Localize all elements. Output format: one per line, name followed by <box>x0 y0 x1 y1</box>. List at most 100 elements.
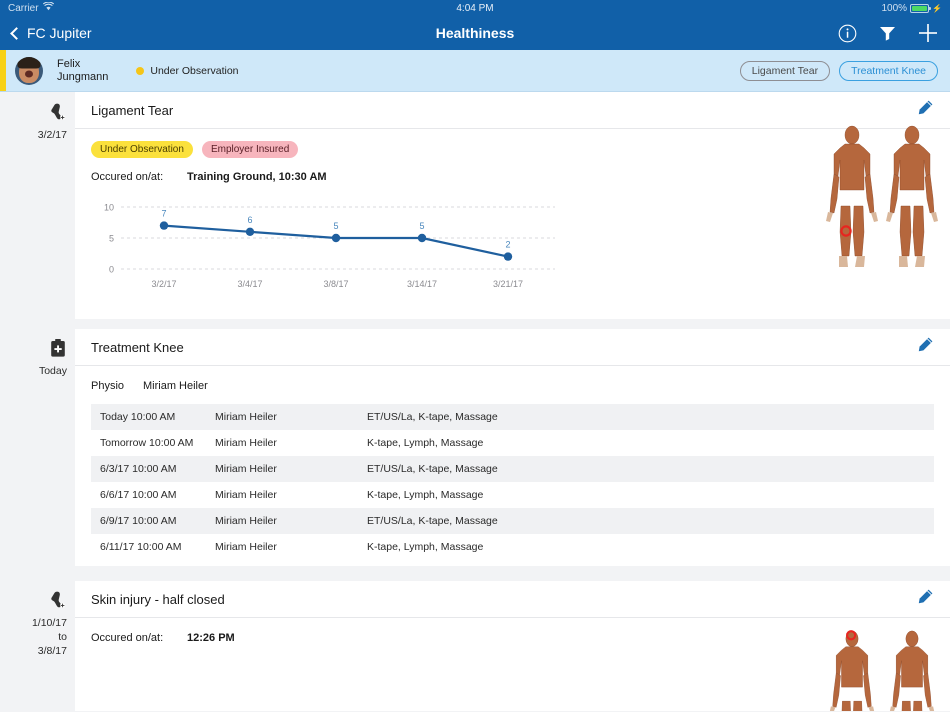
tag-list: Under Observation Employer Insured <box>91 141 934 158</box>
leg-injury-icon <box>0 102 67 122</box>
status-bar-right: 100% ⚡ <box>881 3 942 14</box>
timeline-date-3a: 1/10/17 <box>31 617 67 629</box>
physio-summary: Physio Miriam Heiler <box>91 380 934 404</box>
pencil-icon[interactable] <box>916 336 934 359</box>
treatment-when: 6/11/17 10:00 AM <box>100 541 182 553</box>
timeline-date-2: Today <box>38 365 67 377</box>
card-body: Physio Miriam Heiler Today 10:00 AM Miria… <box>75 366 950 560</box>
card-title: Treatment Knee <box>91 339 184 355</box>
leg-injury-icon <box>0 590 67 610</box>
svg-text:0: 0 <box>109 265 114 275</box>
battery-icon <box>910 3 932 13</box>
card-title: Ligament Tear <box>91 102 174 118</box>
svg-text:5: 5 <box>333 221 338 231</box>
table-row[interactable]: Today 10:00 AM Miriam Heiler ET/US/La, K-t… <box>91 404 934 430</box>
anatomy-diagram-head[interactable] <box>824 630 940 711</box>
pill-ligament-tear[interactable]: Ligament Tear <box>739 60 831 81</box>
table-row[interactable]: Tomorrow 10:00 AM Miriam Heiler K-tape, Ly… <box>91 430 934 456</box>
player-last-name: Jungmann <box>57 70 109 83</box>
anatomy-front-view <box>829 630 875 711</box>
card-header: Skin injury - half closed <box>75 581 950 618</box>
chevron-left-icon <box>10 26 23 40</box>
tag-employer-insured: Employer Insured <box>201 141 299 158</box>
svg-text:7: 7 <box>161 209 166 219</box>
charging-bolt-icon: ⚡ <box>932 3 942 13</box>
app-root: Carrier 4:04 PM 100% ⚡ FC Jupiter Health… <box>0 0 950 712</box>
player-accent-bar <box>0 50 6 91</box>
pencil-icon[interactable] <box>916 588 934 611</box>
treatment-physio: Miriam Heiler <box>215 463 277 475</box>
card-body: Occured on/at: 12:26 PM <box>75 618 950 711</box>
status-bar-time: 4:04 PM <box>456 2 494 14</box>
content-area: 3/2/17 Today 1/10/17 to 3/8/17 Ligament … <box>0 92 950 711</box>
svg-text:6: 6 <box>247 215 252 225</box>
player-status-label: Under Observation <box>150 64 239 77</box>
timeline-entry-2[interactable]: Today <box>0 338 67 378</box>
timeline-entry-1[interactable]: 3/2/17 <box>0 102 67 142</box>
status-dot-icon <box>136 66 145 75</box>
svg-text:3/21/17: 3/21/17 <box>493 279 523 289</box>
battery-percent-label: 100% <box>881 2 908 14</box>
svg-text:5: 5 <box>109 234 114 244</box>
treatment-physio: Miriam Heiler <box>215 541 277 553</box>
table-row[interactable]: 6/3/17 10:00 AM Miriam Heiler ET/US/La, K-… <box>91 456 934 482</box>
anatomy-back-view <box>886 125 938 267</box>
anatomy-diagram-knee[interactable] <box>824 125 940 273</box>
occurred-value: 12:26 PM <box>187 632 235 644</box>
status-bar-left: Carrier <box>8 1 54 14</box>
medical-bag-icon <box>0 338 67 358</box>
treatment-types: K-tape, Lymph, Massage <box>367 489 484 501</box>
treatment-types: ET/US/La, K-tape, Massage <box>367 515 498 527</box>
avatar <box>15 56 43 85</box>
card-skin-injury: Skin injury - half closed Occured on/at:… <box>75 581 950 711</box>
treatment-physio: Miriam Heiler <box>215 437 277 449</box>
wifi-icon <box>42 1 54 14</box>
info-icon[interactable] <box>838 24 857 43</box>
treatment-when: 6/6/17 10:00 AM <box>100 489 177 501</box>
svg-text:3/2/17: 3/2/17 <box>151 279 176 289</box>
svg-text:3/14/17: 3/14/17 <box>407 279 437 289</box>
cards-column: Ligament Tear Under Observation Employer… <box>75 92 950 711</box>
pill-treatment-knee[interactable]: Treatment Knee <box>839 60 938 81</box>
table-row[interactable]: 6/11/17 10:00 AM Miriam Heiler K-tape, Lym… <box>91 534 934 560</box>
table-row[interactable]: 6/9/17 10:00 AM Miriam Heiler ET/US/La, K-… <box>91 508 934 534</box>
recovery-chart: 0 5 10 7 6 5 5 2 3/2/17 3/4/17 3/8/17 3/14/17 3/21/1… <box>91 197 561 295</box>
treatment-physio: Miriam Heiler <box>215 411 277 423</box>
back-button-label: FC Jupiter <box>27 25 92 41</box>
physio-label: Physio <box>91 380 125 392</box>
occurred-detail: Occured on/at: 12:26 PM <box>91 632 934 644</box>
card-header: Treatment Knee <box>75 329 950 366</box>
tag-under-observation: Under Observation <box>91 141 193 158</box>
timeline-entry-3[interactable]: 1/10/17 to 3/8/17 <box>0 590 67 658</box>
timeline-rail: 3/2/17 Today 1/10/17 to 3/8/17 <box>0 92 75 711</box>
treatment-physio: Miriam Heiler <box>215 515 277 527</box>
card-title: Skin injury - half closed <box>91 591 225 607</box>
table-row[interactable]: 6/6/17 10:00 AM Miriam Heiler K-tape, Lymp… <box>91 482 934 508</box>
player-bar[interactable]: Felix Jungmann Under Observation Ligamen… <box>0 50 950 92</box>
physio-name: Miriam Heiler <box>143 380 208 392</box>
treatment-when: 6/3/17 10:00 AM <box>100 463 177 475</box>
player-name: Felix Jungmann <box>57 58 108 84</box>
svg-text:2: 2 <box>505 240 510 250</box>
occurred-label: Occured on/at: <box>91 632 164 644</box>
timeline-date-3b: to <box>58 631 67 643</box>
treatment-types: K-tape, Lymph, Massage <box>367 437 484 449</box>
filter-icon[interactable] <box>879 25 896 41</box>
treatment-when: Today 10:00 AM <box>100 411 176 423</box>
svg-text:5: 5 <box>419 221 424 231</box>
pencil-icon[interactable] <box>916 99 934 122</box>
timeline-date-1: 3/2/17 <box>37 129 67 141</box>
svg-text:10: 10 <box>104 203 114 213</box>
treatment-types: K-tape, Lymph, Massage <box>367 541 484 553</box>
back-button[interactable]: FC Jupiter <box>10 25 92 41</box>
treatment-types: ET/US/La, K-tape, Massage <box>367 463 498 475</box>
timeline-date-3c: 3/8/17 <box>37 645 67 657</box>
treatment-table: Today 10:00 AM Miriam Heiler ET/US/La, K-t… <box>91 404 934 560</box>
treatment-when: Tomorrow 10:00 AM <box>100 437 194 449</box>
player-pills: Ligament Tear Treatment Knee <box>739 60 950 81</box>
occurred-label: Occured on/at: <box>91 171 164 183</box>
player-status: Under Observation <box>136 64 239 77</box>
treatment-when: 6/9/17 10:00 AM <box>100 515 177 527</box>
anatomy-back-view <box>889 630 935 711</box>
plus-icon[interactable] <box>918 23 938 43</box>
